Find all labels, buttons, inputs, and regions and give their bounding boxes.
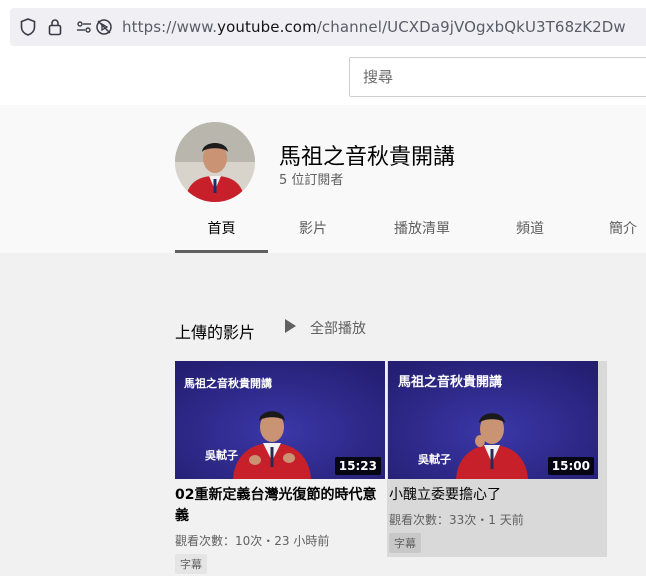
caption-badge: 字幕 xyxy=(389,533,421,553)
tab-channels[interactable]: 頻道 xyxy=(500,210,560,253)
tab-videos[interactable]: 影片 xyxy=(283,210,343,253)
channel-content: 上傳的影片 全部播放 馬祖之音秋貴開講 吳軾子 15:23 02重新定義台灣光復… xyxy=(0,253,646,576)
video-title[interactable]: 小醜立委要擔心了 xyxy=(389,485,607,506)
play-all-label: 全部播放 xyxy=(310,321,366,337)
thumbnail-title-text: 馬祖之音秋貴開講 xyxy=(398,375,503,390)
video-thumbnail[interactable]: 馬祖之音秋貴開講 吳軾子 15:00 xyxy=(388,361,598,479)
tab-playlists[interactable]: 播放清單 xyxy=(380,210,464,253)
subscriber-count: 5 位訂閱者 xyxy=(279,173,344,188)
tab-home[interactable]: 首頁 xyxy=(175,210,268,253)
video-thumbnail[interactable]: 馬祖之音秋貴開講 吳軾子 15:23 xyxy=(175,361,385,479)
thumbnail-author-text: 吳軾子 xyxy=(418,453,451,466)
thumbnail-title-text: 馬祖之音秋貴開講 xyxy=(184,377,272,390)
search-box[interactable] xyxy=(349,57,646,97)
video-meta: 觀看次數：10次・23 小時前 xyxy=(175,534,330,548)
search-input[interactable] xyxy=(363,68,643,86)
url-path: /channel/UCXDa9jVOgxbQkU3T68zK2Dw xyxy=(316,18,626,36)
channel-name: 馬祖之音秋貴開講 xyxy=(279,145,456,170)
url-host: youtube.com xyxy=(217,18,317,36)
thumbnail-author-text: 吳軾子 xyxy=(205,449,238,462)
channel-avatar[interactable] xyxy=(175,122,255,202)
video-title[interactable]: 02重新定義台灣光復節的時代意義 xyxy=(175,485,385,527)
play-icon xyxy=(283,318,297,338)
youtube-header xyxy=(0,50,646,105)
play-all-button[interactable]: 全部播放 xyxy=(283,317,366,339)
video-card[interactable]: 馬祖之音秋貴開講 吳軾子 15:00 小醜立委要擔心了 觀看次數：33次・1 天… xyxy=(387,361,607,557)
url-text[interactable]: https://www.youtube.com/channel/UCXDa9jV… xyxy=(122,18,626,36)
browser-toolbar: https://www.youtube.com/channel/UCXDa9jV… xyxy=(0,0,646,50)
autoplay-blocked-icon[interactable] xyxy=(95,18,113,40)
permissions-icon[interactable] xyxy=(76,18,92,40)
lock-icon[interactable] xyxy=(48,18,62,40)
channel-header: 馬祖之音秋貴開講 5 位訂閱者 首頁 影片 播放清單 頻道 簡介 xyxy=(0,105,646,253)
video-card[interactable]: 馬祖之音秋貴開講 吳軾子 15:23 02重新定義台灣光復節的時代意義 觀看次數… xyxy=(175,361,385,574)
section-title[interactable]: 上傳的影片 xyxy=(175,319,255,343)
video-meta: 觀看次數：33次・1 天前 xyxy=(389,513,524,527)
url-prefix: https://www. xyxy=(122,18,218,36)
duration-badge: 15:23 xyxy=(334,457,381,475)
duration-badge: 15:00 xyxy=(547,457,594,475)
channel-tabs: 首頁 影片 播放清單 頻道 簡介 xyxy=(0,210,646,253)
shield-icon[interactable] xyxy=(20,18,36,40)
caption-badge: 字幕 xyxy=(175,554,207,574)
tab-about[interactable]: 簡介 xyxy=(595,210,646,253)
